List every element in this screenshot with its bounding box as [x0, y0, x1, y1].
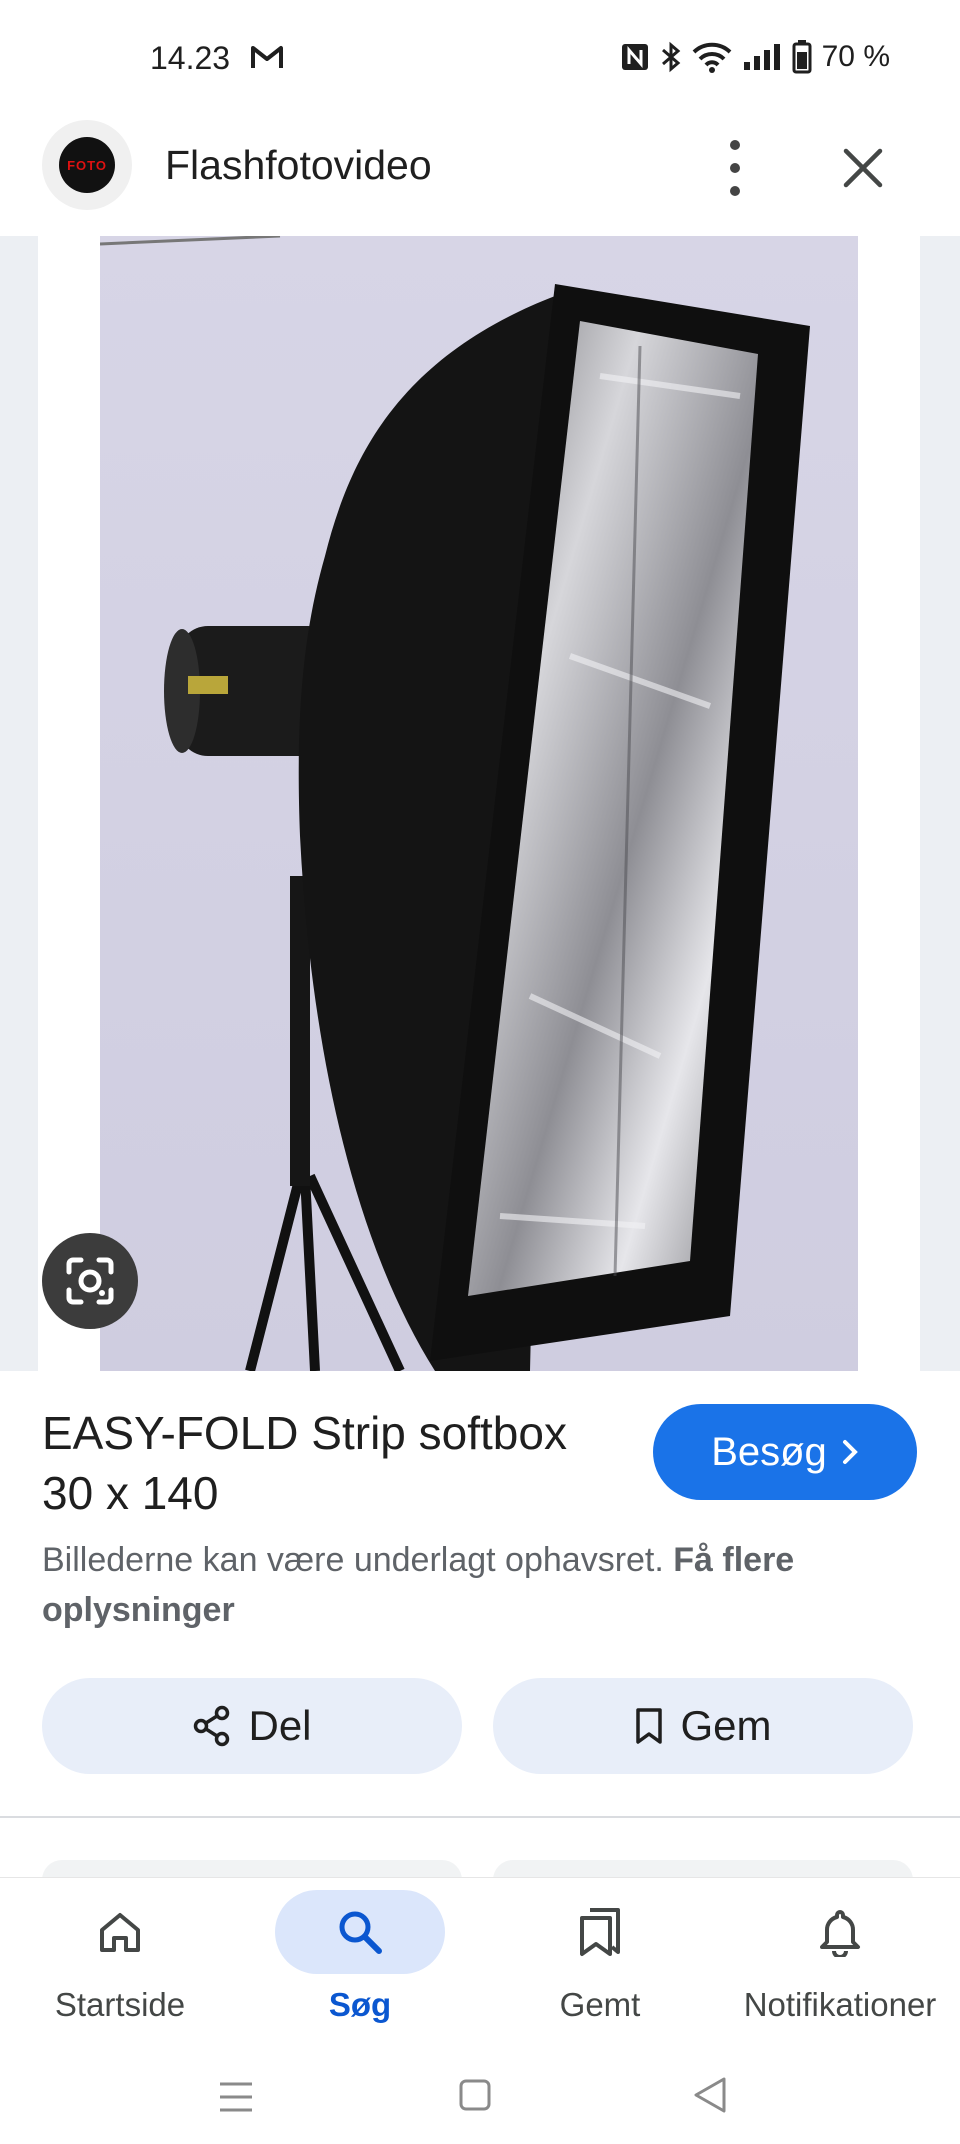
wifi-icon: [692, 42, 731, 73]
home-button-icon[interactable]: [458, 2078, 492, 2112]
google-lens-button[interactable]: [42, 1233, 138, 1329]
system-navigation-bar: [0, 2040, 960, 2144]
site-logo-text: FOTO: [67, 157, 107, 173]
status-icons: 70 %: [620, 40, 890, 74]
signal-icon: [743, 44, 780, 70]
battery-percent: 70 %: [821, 40, 890, 73]
status-time: 14.23: [150, 40, 231, 76]
more-dot-icon: [730, 163, 740, 173]
share-label: Del: [248, 1702, 312, 1749]
site-logo: FOTO: [59, 137, 115, 193]
visit-button[interactable]: Besøg: [653, 1404, 917, 1500]
chevron-right-icon: [842, 1440, 858, 1464]
next-image-peek[interactable]: [920, 236, 960, 1371]
site-avatar[interactable]: FOTO: [42, 120, 132, 210]
nav-item-notifikationer[interactable]: Notifikationer: [720, 1888, 960, 2038]
lens-icon: [66, 1257, 114, 1305]
nfc-icon: [621, 44, 648, 70]
site-name[interactable]: Flashfotovideo: [165, 142, 432, 189]
related-card-peek[interactable]: [493, 1860, 913, 1880]
nav-icon-container: [35, 1890, 205, 1974]
nav-label: Startside: [54, 1986, 186, 2023]
nav-item-soeg[interactable]: Søg: [240, 1888, 480, 2038]
nav-item-gemt[interactable]: Gemt: [480, 1888, 720, 2038]
bookmarks-icon: [580, 1908, 620, 1956]
close-icon[interactable]: [838, 143, 888, 193]
prev-image-peek[interactable]: [0, 236, 38, 1371]
copyright-notice: Billederne kan være underlagt ophavsret.…: [42, 1535, 902, 1635]
battery-icon: [792, 40, 812, 74]
bluetooth-icon: [661, 41, 680, 73]
related-card-peek[interactable]: [42, 1860, 462, 1880]
save-button[interactable]: Gem: [493, 1678, 913, 1774]
back-icon[interactable]: [692, 2076, 728, 2114]
nav-item-startside[interactable]: Startside: [0, 1888, 240, 2038]
more-options-button[interactable]: [715, 140, 755, 196]
visit-label: Besøg: [711, 1429, 827, 1474]
status-bar: 14.23 70 %: [0, 0, 960, 110]
nav-icon-container: [755, 1890, 925, 1974]
nav-label: Gemt: [559, 1986, 641, 2023]
gmail-icon: [251, 46, 283, 68]
nav-icon-container: [275, 1890, 445, 1974]
home-icon: [100, 1913, 140, 1952]
bookmark-icon: [636, 1708, 663, 1744]
more-dot-icon: [730, 140, 740, 150]
more-dot-icon: [730, 186, 740, 196]
nav-label: Notifikationer: [743, 1986, 937, 2023]
save-label: Gem: [680, 1702, 772, 1749]
share-button[interactable]: Del: [42, 1678, 462, 1774]
divider: [0, 1816, 960, 1818]
nav-label: Søg: [328, 1986, 392, 2023]
recents-icon[interactable]: [218, 2080, 254, 2114]
product-title: EASY-FOLD Strip softbox 30 x 140: [42, 1407, 567, 1519]
product-image[interactable]: [100, 236, 858, 1371]
bell-icon: [820, 1910, 860, 1957]
search-icon: [339, 1911, 382, 1954]
nav-icon-container: [515, 1890, 685, 1974]
copyright-text: Billederne kan være underlagt ophavsret.: [42, 1541, 664, 1579]
share-icon: [194, 1705, 230, 1747]
